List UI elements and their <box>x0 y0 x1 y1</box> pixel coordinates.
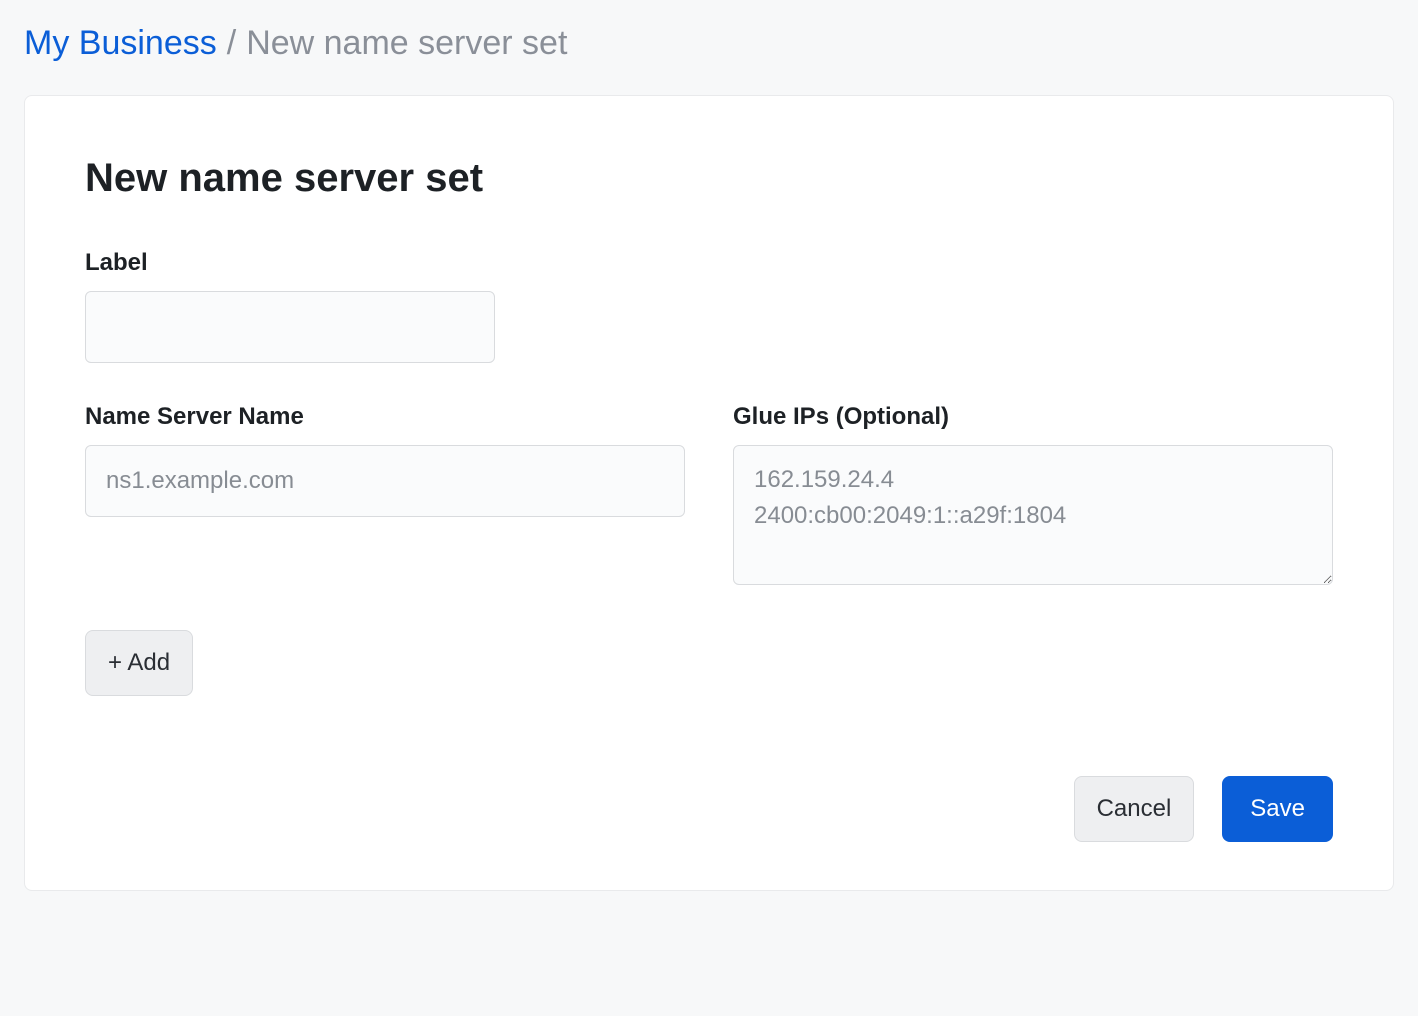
glueips-col: Glue IPs (Optional) <box>733 403 1333 590</box>
cancel-button[interactable]: Cancel <box>1074 776 1195 842</box>
breadcrumb: My Business / New name server set <box>24 24 1394 63</box>
form-card: New name server set Label Name Server Na… <box>24 95 1394 891</box>
label-input[interactable] <box>85 291 495 363</box>
save-button[interactable]: Save <box>1222 776 1333 842</box>
nameserver-label: Name Server Name <box>85 403 685 431</box>
nameserver-input[interactable] <box>85 445 685 517</box>
page-title: New name server set <box>85 156 1333 201</box>
label-field-group: Label <box>85 249 1333 363</box>
glueips-label: Glue IPs (Optional) <box>733 403 1333 431</box>
breadcrumb-current: New name server set <box>246 24 567 63</box>
label-field-label: Label <box>85 249 1333 277</box>
breadcrumb-root-link[interactable]: My Business <box>24 24 217 63</box>
nameserver-col: Name Server Name <box>85 403 685 517</box>
breadcrumb-separator: / <box>227 24 236 63</box>
form-actions: Cancel Save <box>85 776 1333 842</box>
glueips-textarea[interactable] <box>733 445 1333 585</box>
nameserver-row: Name Server Name Glue IPs (Optional) <box>85 403 1333 590</box>
add-button[interactable]: + Add <box>85 630 193 696</box>
